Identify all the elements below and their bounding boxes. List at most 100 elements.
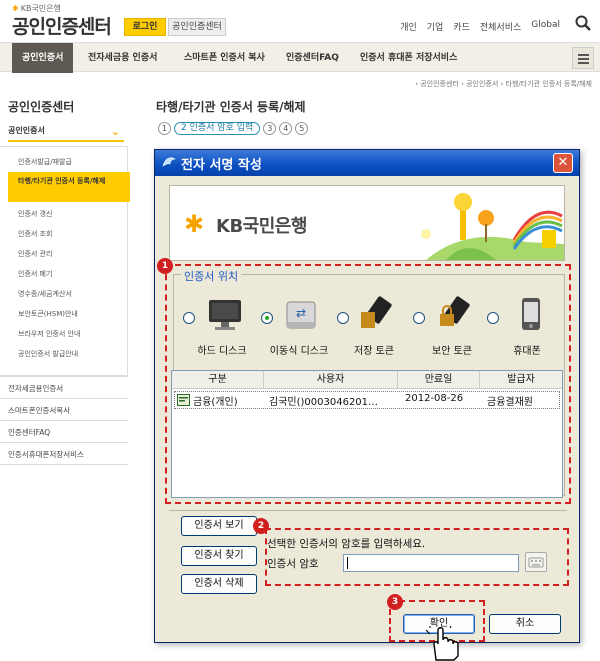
removable-disk-icon[interactable]: ⇄ — [283, 296, 319, 332]
cell-expiry: 2012-08-26 — [405, 393, 464, 404]
sidebar-item-faq[interactable]: 인증센터FAQ — [8, 427, 50, 438]
sidebar-item-browser-cert[interactable]: 브라우저 인증서 안내 — [18, 329, 80, 339]
sidebar-title: 공인인증센터 — [8, 100, 75, 114]
bank-logo-text: KB국민은행 — [216, 216, 307, 237]
sidebar-divider — [0, 420, 128, 421]
gnb-item-smartphone-copy[interactable]: 스마트폰 인증서 복사 — [184, 43, 265, 73]
radio-security-token[interactable] — [413, 312, 425, 324]
password-label: 인증서 암호 — [267, 558, 319, 570]
gnb-item-cert[interactable]: 공인인증서 — [12, 43, 74, 73]
kb-star-icon: ✱ — [184, 210, 205, 238]
dialog-title: 전자 서명 작성 — [181, 158, 262, 173]
menu-icon[interactable] — [572, 47, 594, 69]
table-row[interactable]: 금융(개인) 김국민()0003046201… 2012-08-26 금융결재원 — [174, 391, 560, 409]
step-4: 4 — [279, 122, 293, 135]
sidebar-divider — [0, 442, 128, 443]
step-badge-3: 3 — [387, 594, 403, 610]
device-label-removable-disk: 이동식 디스크 — [269, 346, 329, 357]
gnb-item-faq[interactable]: 인증센터FAQ — [286, 43, 339, 73]
sidebar-category-label: 공인인증서 — [8, 126, 45, 135]
password-prompt: 선택한 인증서의 암호를 입력하세요. — [267, 538, 426, 550]
token-icon[interactable] — [357, 294, 393, 332]
topnav-business[interactable]: 기업 — [427, 20, 444, 33]
cell-type: 금융(개인) — [193, 397, 238, 408]
sidebar-item-revoke[interactable]: 인증서 폐기 — [18, 269, 52, 279]
radio-hard-disk[interactable] — [183, 312, 195, 324]
cell-user: 김국민()0003046201… — [269, 397, 379, 408]
bank-banner: ✱ KB국민은행 — [169, 185, 565, 261]
section-divider — [169, 510, 567, 511]
close-button[interactable]: ✕ — [553, 153, 573, 173]
find-certificate-button[interactable]: 인증서 찾기 — [181, 546, 257, 566]
keyboard-icon — [528, 557, 544, 568]
sidebar-item-receipt[interactable]: 영수증/세금계산서 — [18, 289, 72, 299]
certificate-table[interactable]: 구분 사용자 만료일 발급자 금융(개인) 김국민()0003046201… 2… — [171, 370, 563, 498]
login-button[interactable]: 로그인 — [124, 18, 166, 36]
sidebar-item-renew[interactable]: 인증서 갱신 — [18, 209, 52, 219]
virtual-keyboard-button[interactable] — [525, 552, 547, 572]
column-header-issuer[interactable]: 발급자 — [480, 371, 562, 389]
phone-icon[interactable] — [519, 296, 543, 332]
security-token-icon[interactable] — [435, 294, 471, 332]
sidebar-item-hsm[interactable]: 보안토큰(HSM)안내 — [18, 309, 78, 319]
step-indicator: 1 2 인증서 암호 입력 3 4 5 — [158, 122, 309, 135]
topnav-all-services[interactable]: 전체서비스 — [480, 20, 521, 33]
gnb-item-tax-cert[interactable]: 전자세금용 인증서 — [88, 43, 157, 73]
radio-phone[interactable] — [487, 312, 499, 324]
device-label-storage-token: 저장 토큰 — [354, 346, 394, 357]
hand-cursor-icon — [425, 626, 459, 661]
sidebar-item-manage[interactable]: 인증서 관리 — [18, 249, 52, 259]
radio-storage-token[interactable] — [337, 312, 349, 324]
device-label-phone: 휴대폰 — [513, 346, 541, 357]
table-header: 구분 사용자 만료일 발급자 — [172, 371, 562, 389]
step-2-active: 2 인증서 암호 입력 — [174, 122, 261, 135]
device-label-security-token: 보안 토큰 — [432, 346, 472, 357]
sidebar-item-register-other[interactable]: 타행/타기관 인증서 등록/해제 — [8, 172, 130, 202]
site-title[interactable]: 공인인증센터 — [12, 12, 112, 39]
page-title: 타행/타기관 인증서 등록/해제 — [156, 100, 306, 114]
sidebar-item-lookup[interactable]: 인증서 조회 — [18, 229, 52, 239]
device-label-hard-disk: 하드 디스크 — [197, 346, 247, 357]
close-icon: ✕ — [557, 155, 569, 170]
radio-removable-disk[interactable] — [261, 312, 273, 324]
topnav-personal[interactable]: 개인 — [400, 20, 417, 33]
gnb-item-phone-storage[interactable]: 인증서 휴대폰 저장서비스 — [360, 43, 457, 73]
banner-illustration — [421, 193, 564, 260]
column-header-expiry[interactable]: 만료일 — [398, 371, 480, 389]
view-certificate-button[interactable]: 인증서 보기 — [181, 516, 257, 536]
svg-text:⇄: ⇄ — [296, 306, 306, 320]
password-input[interactable] — [343, 554, 519, 572]
sidebar-divider — [0, 398, 128, 399]
sidebar-item-phone-storage[interactable]: 인증서휴대폰저장서비스 — [8, 449, 84, 460]
dialog-titlebar[interactable]: 전자 서명 작성 ✕ — [155, 150, 579, 176]
cell-issuer: 금융결재원 — [487, 397, 533, 408]
sidebar-item-issue[interactable]: 인증서발급/재발급 — [18, 157, 72, 167]
cert-center-button[interactable]: 공인인증센터 — [168, 18, 226, 36]
search-icon[interactable] — [574, 14, 592, 32]
cancel-button[interactable]: 취소 — [489, 614, 561, 634]
breadcrumb: › 공인인증센터 › 공인인증서 › 타행/타기관 인증서 등록/해제 — [415, 80, 592, 88]
sidebar-item-smartphone-copy[interactable]: 스마트폰인증서복사 — [8, 405, 70, 416]
delete-certificate-button[interactable]: 인증서 삭제 — [181, 574, 257, 594]
sidebar-category[interactable]: 공인인증서 ⌄ — [8, 122, 124, 142]
top-nav: 개인 기업 카드 전체서비스 Global — [400, 20, 560, 33]
monitor-icon[interactable] — [207, 298, 243, 332]
chevron-down-icon: ⌄ — [110, 125, 120, 138]
topnav-card[interactable]: 카드 — [453, 20, 470, 33]
step-badge-2: 2 — [253, 518, 269, 534]
column-header-user[interactable]: 사용자 — [264, 371, 398, 389]
step-1: 1 — [158, 122, 171, 135]
global-nav: 공인인증서 전자세금용 인증서 스마트폰 인증서 복사 인증센터FAQ 인증서 … — [0, 42, 600, 73]
sidebar-item-issue-guide[interactable]: 공인인증서 발급안내 — [18, 349, 78, 359]
sidebar-divider — [0, 376, 128, 377]
step-3: 3 — [263, 122, 277, 135]
step-5: 5 — [295, 122, 309, 135]
text-cursor — [347, 557, 348, 569]
location-legend: 인증서 위치 — [181, 268, 242, 284]
step-badge-1: 1 — [157, 258, 173, 274]
signature-dialog: 전자 서명 작성 ✕ ✱ KB국민은행 1 인증서 위치 하드 디스크 ⇄ 이동… — [154, 149, 580, 643]
topnav-global[interactable]: Global — [531, 20, 560, 33]
sidebar-item-tax-cert[interactable]: 전자세금용인증서 — [8, 383, 63, 394]
column-header-type[interactable]: 구분 — [172, 371, 264, 389]
certificate-icon — [177, 394, 190, 406]
